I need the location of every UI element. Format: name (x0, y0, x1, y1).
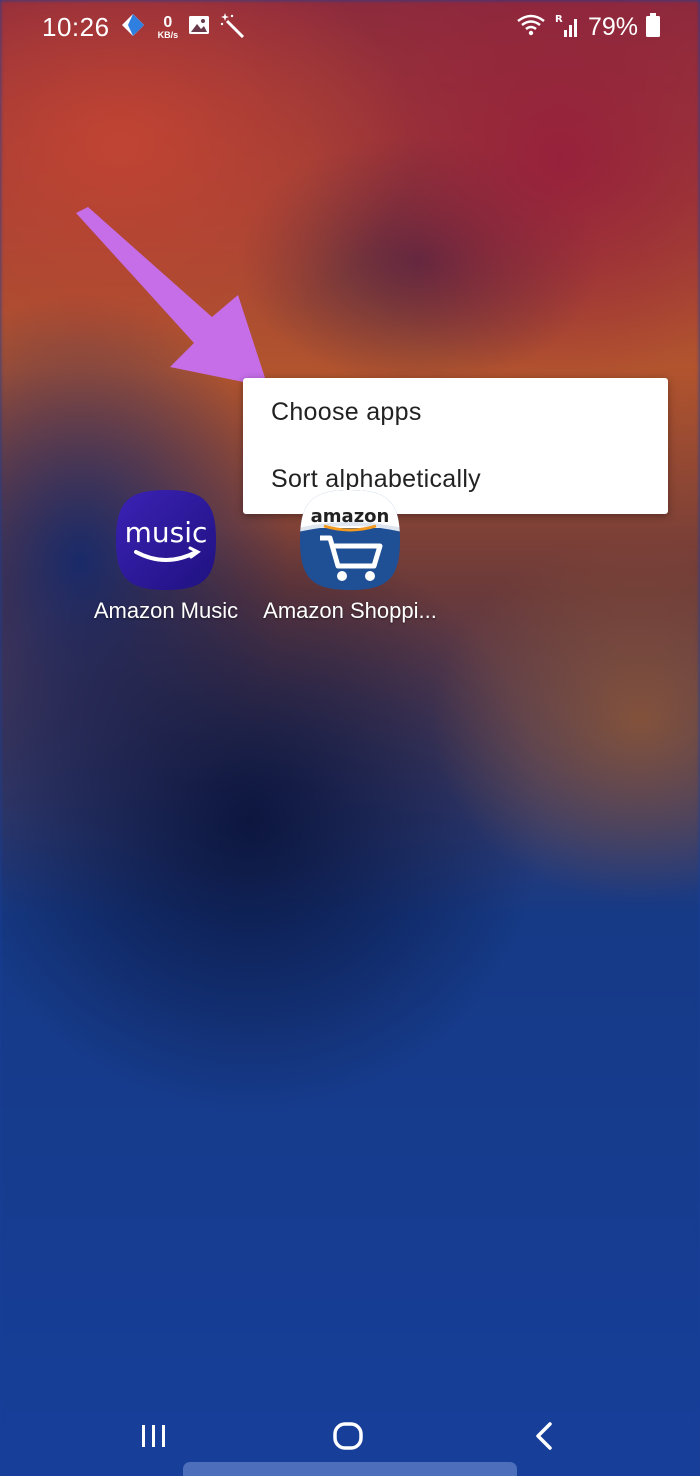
music-icon-text: music (125, 516, 208, 549)
annotation-arrow (76, 207, 268, 387)
app-label: Amazon Music (93, 598, 239, 623)
home-screen: 10:26 0 KB/s R 79% Choose apps Sort alph… (0, 0, 700, 1476)
speed-unit: KB/s (157, 30, 179, 40)
back-button[interactable] (524, 1416, 564, 1461)
recent-apps-icon (142, 1425, 165, 1447)
status-right: R 79% (516, 12, 660, 43)
battery-percent: 79% (587, 13, 638, 41)
signal-roaming-icon: R (554, 12, 580, 43)
kite-app-icon (120, 12, 146, 43)
wifi-icon (516, 13, 546, 42)
speed-value: 0 (163, 14, 173, 31)
magic-wand-icon (220, 12, 246, 43)
battery-icon (646, 13, 660, 42)
navigation-handle[interactable] (183, 1462, 517, 1476)
amazon-music-icon: music (116, 490, 216, 590)
home-button[interactable] (328, 1416, 368, 1461)
back-icon (536, 1422, 552, 1450)
status-left: 10:26 0 KB/s (42, 12, 246, 43)
network-speed: 0 KB/s (158, 15, 179, 40)
home-icon (333, 1422, 363, 1450)
status-bar: 10:26 0 KB/s R 79% (0, 0, 700, 56)
menu-item-choose-apps[interactable]: Choose apps (271, 398, 422, 427)
svg-text:R: R (555, 14, 563, 25)
app-amazon-shopping[interactable]: amazon Amazon Shoppi... (260, 488, 440, 624)
recent-apps-button[interactable] (134, 1416, 174, 1461)
shopping-icon-text: amazon (311, 506, 390, 527)
image-icon (188, 15, 210, 40)
app-label: Amazon Shoppi... (263, 598, 437, 623)
app-amazon-music[interactable]: music Amazon Music (76, 488, 256, 624)
amazon-shopping-icon: amazon (300, 490, 400, 590)
status-time: 10:26 (42, 12, 110, 42)
